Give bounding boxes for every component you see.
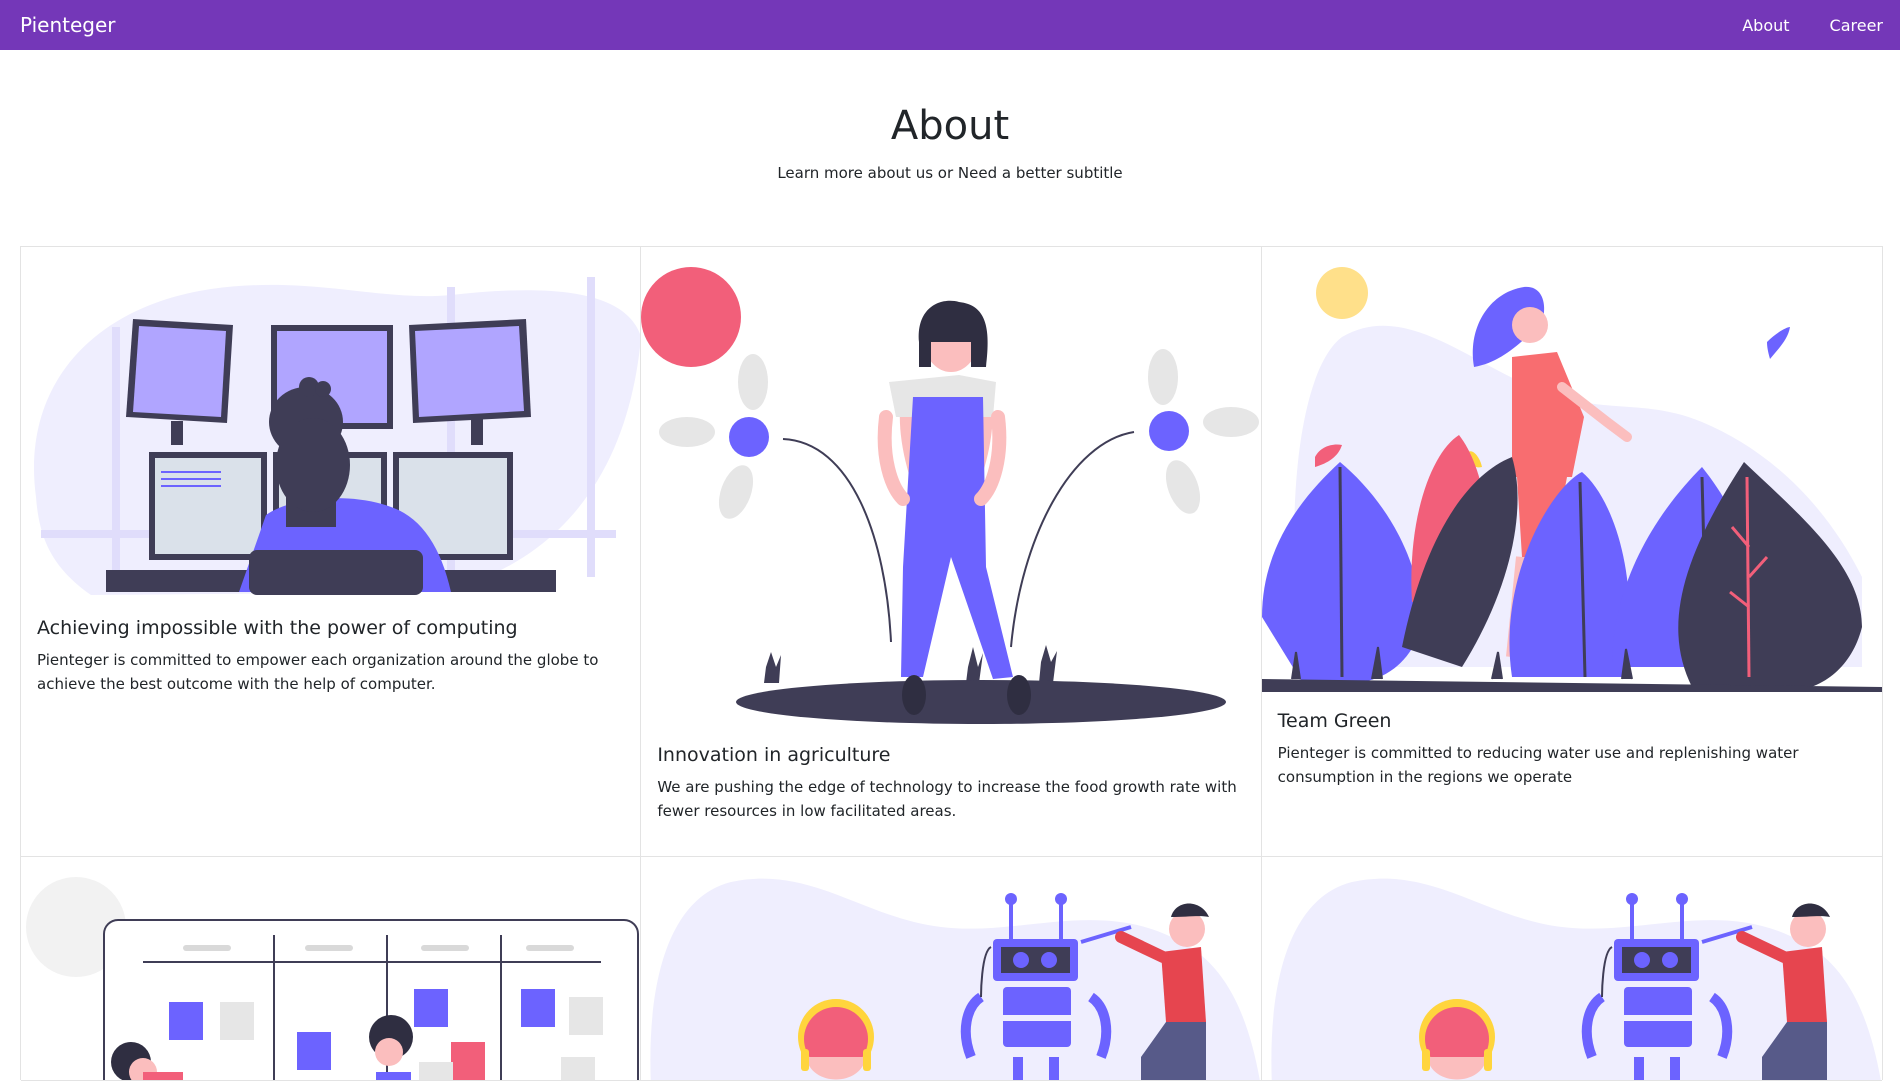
card-robotics — [641, 857, 1262, 1081]
card-text: Pienteger is committed to reducing water… — [1277, 744, 1799, 786]
planning-illustration — [21, 857, 640, 1080]
robotics-illustration — [641, 857, 1261, 1080]
card-title: Innovation in agriculture — [657, 744, 891, 766]
card-team-green: Team Green Pienteger is committed to red… — [1261, 247, 1882, 857]
card-body: Achieving impossible with the power of c… — [37, 614, 624, 696]
card-text: Pienteger is committed to empower each o… — [37, 651, 599, 693]
page-subtitle: Learn more about us or Need a better sub… — [777, 164, 1123, 182]
card-robotics-2 — [1261, 857, 1882, 1081]
nav-about-link[interactable]: About — [1742, 16, 1789, 35]
nav-career-link[interactable]: Career — [1830, 16, 1883, 35]
card-computing: Achieving impossible with the power of c… — [21, 247, 642, 857]
hero: About Learn more about us or Need a bett… — [0, 100, 1900, 182]
nav-links: About Career — [1742, 16, 1883, 35]
navbar: Pienteger About Career — [0, 0, 1900, 50]
brand-link[interactable]: Pienteger — [20, 13, 116, 37]
card-body: Innovation in agriculture We are pushing… — [657, 741, 1244, 823]
card-text: We are pushing the edge of technology to… — [657, 778, 1237, 820]
card-planning — [21, 857, 642, 1081]
card-title: Team Green — [1277, 710, 1392, 732]
card-title: Achieving impossible with the power of c… — [37, 617, 518, 639]
card-agriculture: Innovation in agriculture We are pushing… — [641, 247, 1262, 857]
team-green-illustration — [1261, 247, 1882, 707]
agriculture-illustration — [641, 247, 1260, 727]
robotics-illustration — [1262, 857, 1882, 1080]
page-title: About — [890, 103, 1010, 149]
cards-grid: Achieving impossible with the power of c… — [20, 246, 1883, 1081]
card-body: Team Green Pienteger is committed to red… — [1278, 707, 1866, 789]
computing-illustration — [21, 247, 641, 607]
